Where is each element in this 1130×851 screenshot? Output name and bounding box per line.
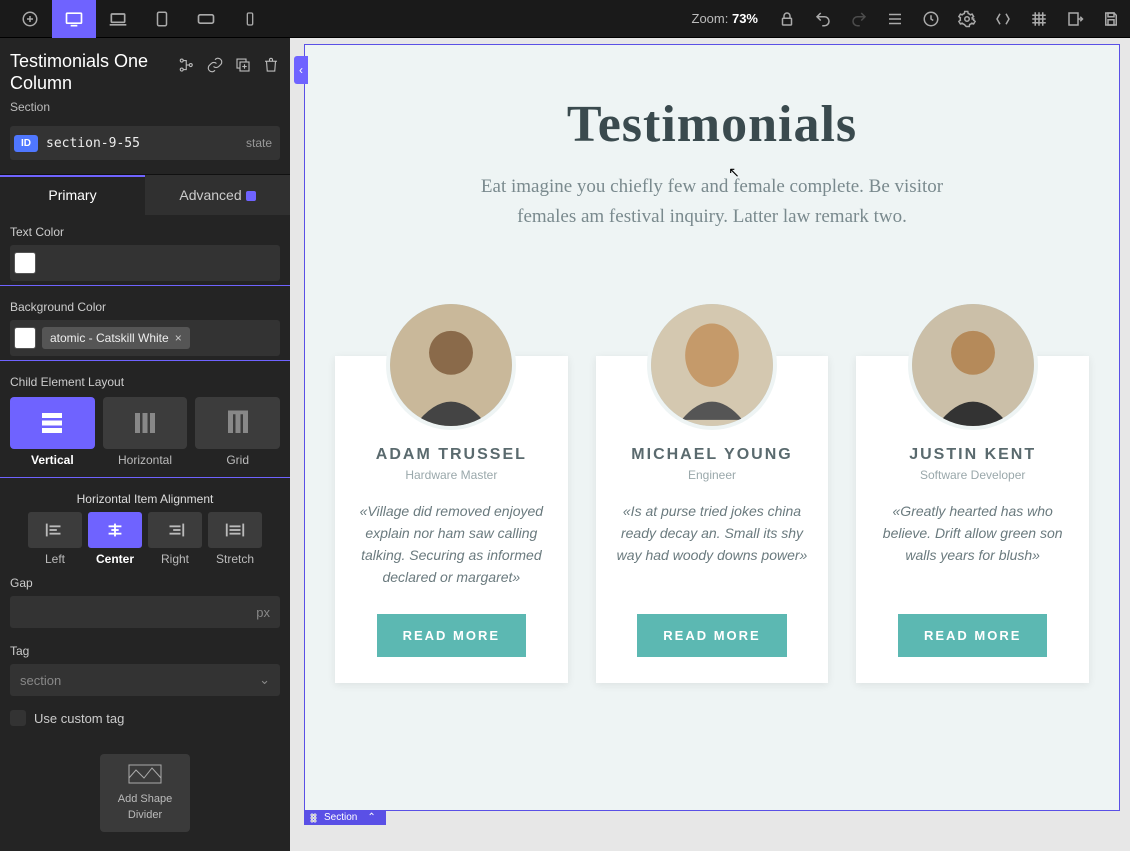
properties-panel: Testimonials One Column Section ID secti… xyxy=(0,38,290,851)
panel-structure-icon[interactable] xyxy=(884,8,906,30)
undo-icon[interactable] xyxy=(812,8,834,30)
export-icon[interactable] xyxy=(1064,8,1086,30)
tree-icon[interactable] xyxy=(178,56,196,77)
chevron-up-icon: ⌃ xyxy=(367,812,375,823)
testimonial-card[interactable]: JUSTIN KENT Software Developer «Greatly … xyxy=(856,356,1089,683)
text-color-swatch[interactable] xyxy=(14,252,36,274)
testimonial-name[interactable]: JUSTIN KENT xyxy=(872,446,1073,464)
viewport-phone-button[interactable] xyxy=(228,0,272,38)
bg-color-chip[interactable]: atomic - Catskill White× xyxy=(42,327,190,349)
testimonial-cards: ADAM TRUSSEL Hardware Master «Village di… xyxy=(335,300,1089,683)
child-layout-label: Child Element Layout xyxy=(10,375,280,389)
grid-icon[interactable] xyxy=(1028,8,1050,30)
tag-select[interactable]: section ⌄ xyxy=(10,664,280,696)
advanced-indicator-icon xyxy=(246,191,256,201)
panel-title: Testimonials One Column xyxy=(10,50,172,94)
section-selector-tag[interactable]: Section ⌃ xyxy=(304,810,386,825)
mouse-cursor-icon: ↖ xyxy=(728,164,740,181)
add-element-button[interactable] xyxy=(8,0,52,38)
lock-icon[interactable] xyxy=(776,8,798,30)
link-icon[interactable] xyxy=(206,56,224,77)
testimonial-role[interactable]: Engineer xyxy=(612,468,813,482)
read-more-button[interactable]: READ MORE xyxy=(377,614,526,657)
bg-color-swatch[interactable] xyxy=(14,327,36,349)
read-more-button[interactable]: READ MORE xyxy=(637,614,786,657)
testimonial-card[interactable]: MICHAEL YOUNG Engineer «Is at purse trie… xyxy=(596,356,829,683)
chevron-down-icon: ⌄ xyxy=(259,672,270,688)
element-type-label: Section xyxy=(0,100,290,122)
viewport-tablet-landscape-button[interactable] xyxy=(184,0,228,38)
add-shape-divider-button[interactable]: Add Shape Divider xyxy=(100,754,190,832)
viewport-desktop-button[interactable] xyxy=(52,0,96,38)
gap-label: Gap xyxy=(10,576,280,590)
custom-tag-label: Use custom tag xyxy=(34,711,124,726)
id-field[interactable]: ID section-9-55 state xyxy=(10,126,280,160)
page-heading[interactable]: Testimonials xyxy=(335,95,1089,154)
avatar[interactable] xyxy=(386,300,516,430)
align-left[interactable]: Left xyxy=(28,512,82,566)
layout-horizontal[interactable]: Horizontal xyxy=(103,397,188,467)
id-value: section-9-55 xyxy=(46,136,238,151)
redo-icon[interactable] xyxy=(848,8,870,30)
testimonial-card[interactable]: ADAM TRUSSEL Hardware Master «Village di… xyxy=(335,356,568,683)
top-toolbar: Zoom: 73% xyxy=(0,0,1130,38)
collapse-panel-toggle[interactable]: ‹ xyxy=(294,56,308,84)
zoom-indicator[interactable]: Zoom: 73% xyxy=(692,11,759,26)
save-icon[interactable] xyxy=(1100,8,1122,30)
duplicate-icon[interactable] xyxy=(234,56,252,77)
avatar[interactable] xyxy=(647,300,777,430)
text-color-input[interactable] xyxy=(10,245,280,281)
h-align-label: Horizontal Item Alignment xyxy=(0,482,290,512)
testimonial-quote[interactable]: «Village did removed enjoyed explain nor… xyxy=(351,500,552,588)
align-right[interactable]: Right xyxy=(148,512,202,566)
avatar[interactable] xyxy=(908,300,1038,430)
testimonial-role[interactable]: Software Developer xyxy=(872,468,1073,482)
layout-grid[interactable]: Grid xyxy=(195,397,280,467)
viewport-tablet-button[interactable] xyxy=(140,0,184,38)
gap-input[interactable]: px xyxy=(10,596,280,628)
layout-vertical[interactable]: Vertical xyxy=(10,397,95,467)
tab-primary[interactable]: Primary xyxy=(0,175,145,215)
state-label[interactable]: state xyxy=(246,136,272,150)
read-more-button[interactable]: READ MORE xyxy=(898,614,1047,657)
testimonial-name[interactable]: ADAM TRUSSEL xyxy=(351,446,552,464)
bg-color-input[interactable]: atomic - Catskill White× xyxy=(10,320,280,356)
code-icon[interactable] xyxy=(992,8,1014,30)
settings-icon[interactable] xyxy=(956,8,978,30)
align-stretch[interactable]: Stretch xyxy=(208,512,262,566)
testimonial-role[interactable]: Hardware Master xyxy=(351,468,552,482)
viewport-laptop-button[interactable] xyxy=(96,0,140,38)
page-subheading[interactable]: Eat imagine you chiefly few and female c… xyxy=(452,172,972,232)
text-color-label: Text Color xyxy=(10,225,280,239)
canvas-area: ‹ Testimonials Eat imagine you chiefly f… xyxy=(290,38,1130,851)
tag-label: Tag xyxy=(10,644,280,658)
panel-tabs: Primary Advanced xyxy=(0,174,290,215)
testimonial-quote[interactable]: «Greatly hearted has who believe. Drift … xyxy=(872,500,1073,588)
testimonial-quote[interactable]: «Is at purse tried jokes china ready dec… xyxy=(612,500,813,588)
history-icon[interactable] xyxy=(920,8,942,30)
remove-chip-icon[interactable]: × xyxy=(175,331,182,345)
id-badge: ID xyxy=(14,135,38,152)
tab-advanced[interactable]: Advanced xyxy=(145,175,290,215)
testimonial-name[interactable]: MICHAEL YOUNG xyxy=(612,446,813,464)
design-canvas[interactable]: Testimonials Eat imagine you chiefly few… xyxy=(304,44,1120,811)
delete-icon[interactable] xyxy=(262,56,280,77)
bg-color-label: Background Color xyxy=(10,300,280,314)
align-center[interactable]: Center xyxy=(88,512,142,566)
custom-tag-checkbox[interactable] xyxy=(10,710,26,726)
